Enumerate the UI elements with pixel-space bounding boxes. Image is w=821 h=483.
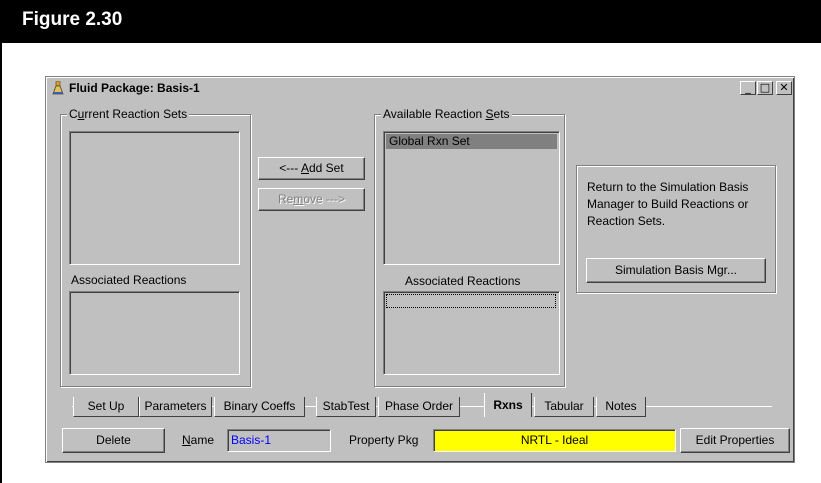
edit-properties-button[interactable]: Edit Properties [680,428,790,453]
figure-left-rule [0,43,2,483]
flask-icon [52,80,64,96]
name-field[interactable]: Basis-1 [227,429,331,452]
remove-button[interactable]: Remove ---> [258,188,365,211]
tab-parameters[interactable]: Parameters [139,397,212,417]
tab-set-up[interactable]: Set Up [73,397,139,417]
info-box: Return to the Simulation Basis Manager t… [576,165,776,293]
window-title: Fluid Package: Basis-1 [69,81,200,95]
close-button[interactable]: ✕ [776,81,792,95]
add-set-button[interactable]: <--- Add Set [258,157,365,180]
simulation-basis-mgr-button[interactable]: Simulation Basis Mgr... [586,258,766,283]
current-associated-reactions-label: Associated Reactions [71,273,187,287]
tab-binary-coeffs[interactable]: Binary Coeffs [214,397,305,417]
tab-rxns[interactable]: Rxns [484,393,532,417]
available-associated-reactions-label: Associated Reactions [405,274,521,288]
tab-notes[interactable]: Notes [596,397,646,417]
figure-title: Figure 2.30 [22,9,123,30]
current-reaction-sets-group: Current Reaction Sets Associated Reactio… [60,107,251,387]
minimize-button[interactable]: _ [740,81,756,95]
info-text: Return to the Simulation Basis Manager t… [587,180,749,228]
current-reaction-sets-label: Current Reaction Sets [67,107,190,121]
tab-stabtest[interactable]: StabTest [316,397,376,417]
current-reaction-sets-list[interactable] [69,131,240,265]
page: Figure 2.30 Fluid Package: Basis-1 _ □ ✕… [0,0,821,483]
focus-rect [386,294,556,308]
property-pkg-label: Property Pkg [349,433,419,447]
property-pkg-field[interactable]: NRTL - Ideal [433,429,676,452]
fluid-package-window: Fluid Package: Basis-1 _ □ ✕ Current Rea… [45,76,795,463]
delete-button[interactable]: Delete [62,428,165,453]
window-titlebar[interactable]: Fluid Package: Basis-1 _ □ ✕ [50,80,792,98]
list-item[interactable]: Global Rxn Set [386,134,557,149]
available-reaction-sets-label: Available Reaction Sets [381,107,512,121]
tab-phase-order[interactable]: Phase Order [378,397,460,417]
available-associated-reactions-list[interactable] [383,291,560,375]
figure-header: Figure 2.30 [0,0,821,43]
maximize-button[interactable]: □ [757,81,773,95]
name-label: Name [182,433,215,447]
current-associated-reactions-list[interactable] [69,291,240,375]
available-reaction-sets-group: Available Reaction Sets Global Rxn Set A… [374,107,565,387]
tab-tabular[interactable]: Tabular [534,397,594,417]
available-reaction-sets-list[interactable]: Global Rxn Set [383,131,560,265]
